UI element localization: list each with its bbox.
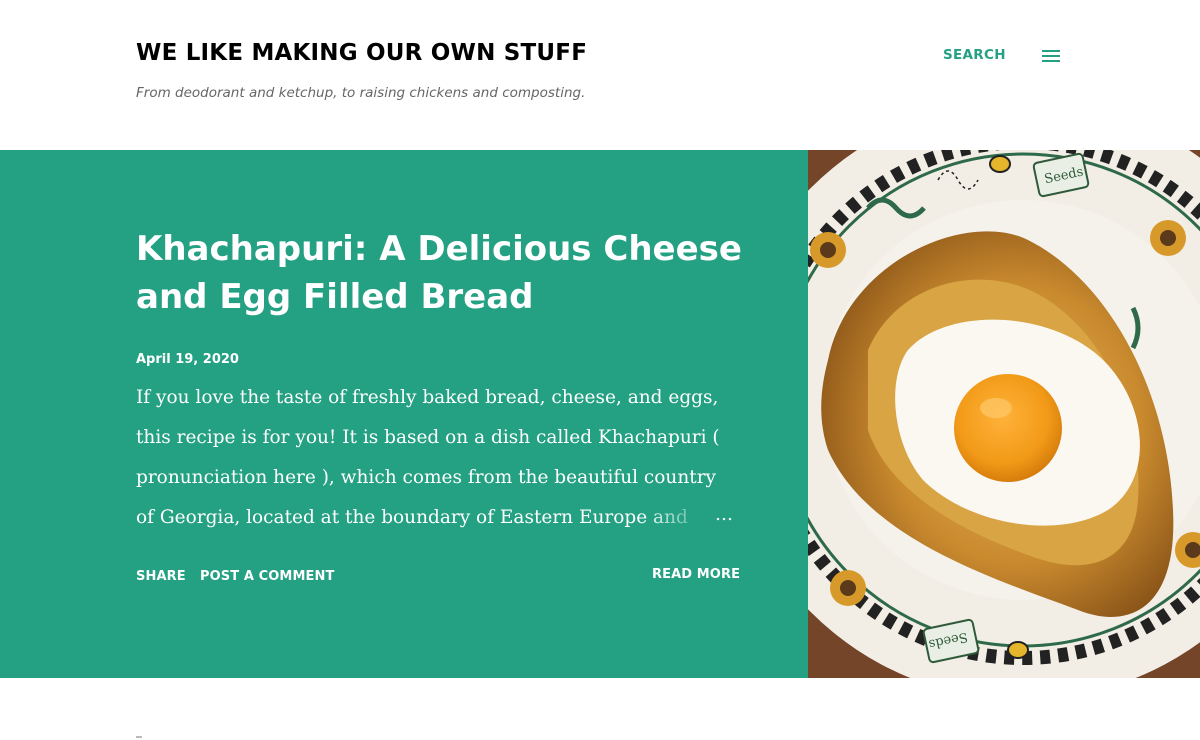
- blog-description: From deodorant and ketchup, to raising c…: [136, 85, 586, 101]
- post-comment-button[interactable]: POST A COMMENT: [200, 569, 334, 584]
- share-button[interactable]: SHARE: [136, 569, 186, 584]
- read-more-button[interactable]: READ MORE: [652, 567, 740, 582]
- post-title[interactable]: Khachapuri: A Delicious Cheese and Egg F…: [136, 225, 756, 321]
- khachapuri-photo: Seeds Seeds: [808, 150, 1200, 678]
- featured-post: Khachapuri: A Delicious Cheese and Egg F…: [0, 150, 808, 678]
- snippet-ellipsis: …: [715, 504, 733, 525]
- search-button[interactable]: SEARCH: [943, 47, 1006, 63]
- blog-header: WE LIKE MAKING OUR OWN STUFF From deodor…: [0, 0, 1200, 150]
- post-date[interactable]: April 19, 2020: [136, 352, 239, 367]
- hamburger-menu-icon[interactable]: [1041, 47, 1063, 65]
- next-post-marker: [136, 736, 142, 738]
- post-featured-image[interactable]: Seeds Seeds: [808, 150, 1200, 678]
- blog-title[interactable]: WE LIKE MAKING OUR OWN STUFF: [136, 40, 587, 66]
- snippet-fade: [640, 502, 715, 542]
